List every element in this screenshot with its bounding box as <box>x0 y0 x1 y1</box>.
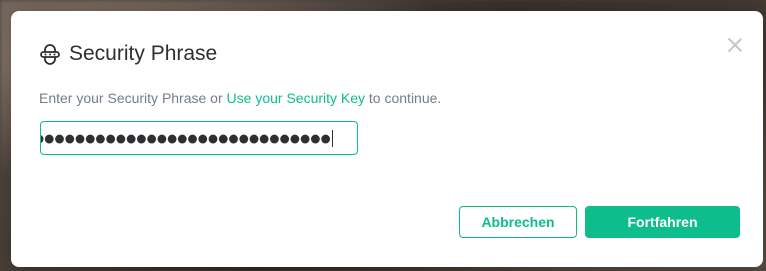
description-suffix: to continue. <box>365 90 442 106</box>
security-phrase-dialog: Security Phrase Enter your Security Phra… <box>11 11 763 267</box>
masked-passphrase: ◗●●●●●●●●●●●●●●●●●●●●●●●●●●●● <box>40 131 331 145</box>
dialog-title: Security Phrase <box>69 42 218 65</box>
text-caret <box>331 129 333 147</box>
dialog-description: Enter your Security Phrase or Use your S… <box>39 90 441 106</box>
description-prefix: Enter your Security Phrase or <box>39 90 227 106</box>
secure-backup-icon <box>39 43 61 65</box>
dialog-header: Security Phrase <box>39 42 217 66</box>
close-icon[interactable] <box>727 37 743 53</box>
use-security-key-link[interactable]: Use your Security Key <box>227 90 366 106</box>
cancel-button[interactable]: Abbrechen <box>459 206 577 238</box>
continue-button[interactable]: Fortfahren <box>585 206 740 238</box>
security-phrase-input[interactable]: ◗●●●●●●●●●●●●●●●●●●●●●●●●●●●● <box>40 121 358 155</box>
